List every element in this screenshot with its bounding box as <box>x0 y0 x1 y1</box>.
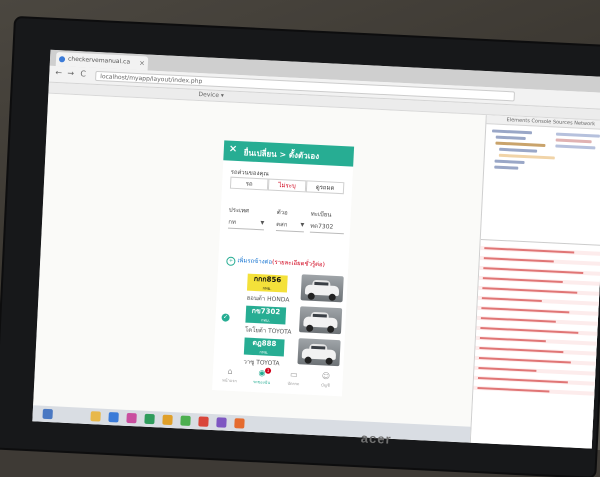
page-title: ยื่นเปลี่ยน > ตั้งตัวเอง <box>243 148 320 161</box>
number-input[interactable]: ทด7302 <box>309 220 345 235</box>
vehicle-card[interactable]: กกก856 กทม. ฮอนด้า HONDA <box>224 273 344 307</box>
devtools-panel: Elements Console Sources Network <box>469 115 600 449</box>
nav-item-card[interactable]: ▭ บัตรรถ <box>278 369 309 387</box>
plate-number: กข7302 <box>251 306 281 317</box>
province-select[interactable]: กท ▼ <box>227 216 265 231</box>
dom-line <box>491 129 533 135</box>
nav-label: รถของฉัน <box>252 379 271 385</box>
taskbar-app-icon[interactable] <box>198 416 209 427</box>
add-vehicle-link[interactable]: + เพิ่มรถข้างต่อ(รายละเอียดชั่วรู้ต่อ) <box>226 255 325 271</box>
car-photo <box>300 274 344 303</box>
taskbar-app-icon[interactable] <box>90 411 101 422</box>
page-viewport: × ยื่นเปลี่ยน > ตั้งตัวเอง รถส่วนของคุณ … <box>32 93 486 443</box>
check-icon: ✓ <box>221 313 230 322</box>
tab-title: checkervemanual.ca <box>67 55 131 66</box>
vehicle-model: ฮอนด้า HONDA <box>246 294 290 304</box>
car-type-option-0[interactable]: รถ <box>229 176 269 191</box>
taskbar-app-icon[interactable] <box>126 412 137 424</box>
car-photo <box>298 306 343 335</box>
chevron-down-icon: ▼ <box>260 220 265 227</box>
monitor-brand-logo: acer <box>360 430 392 447</box>
nav-item-account[interactable]: ☺ บัญชี <box>310 371 341 389</box>
taskbar-app-icon[interactable] <box>234 418 245 429</box>
nav-label: บัตรรถ <box>287 380 300 387</box>
add-link-note: (รายละเอียดชั่วรู้ต่อ) <box>271 258 326 269</box>
vehicle-model: โตโยต้า TOYOTA <box>244 326 292 336</box>
tab-close-icon[interactable]: × <box>139 56 146 70</box>
add-link-text: เพิ่มรถข้างต่อ <box>237 257 273 266</box>
car-photo <box>297 338 341 367</box>
plate-number: ดฎ888 <box>252 338 277 349</box>
dom-line <box>495 141 546 148</box>
styles-line <box>555 138 592 144</box>
number-label: ทะเบียน <box>310 210 332 219</box>
app-header: × ยื่นเปลี่ยน > ตั้งตัวเอง <box>223 140 355 167</box>
reload-button[interactable]: C <box>80 69 86 78</box>
taskbar-app-icon[interactable] <box>108 412 119 423</box>
start-icon[interactable] <box>42 408 53 420</box>
back-button[interactable]: ← <box>55 68 62 77</box>
bottom-navigation: ⌂ หน้าแรก ◉ 1 รถของฉัน ▭ บัตรรถ ☺ บัญชี <box>212 366 343 396</box>
dom-line <box>494 159 525 165</box>
vehicle-model: วาซู TOYOTA <box>243 358 280 368</box>
monitor-bezel: checkervemanual.ca × ← → C localhost/mya… <box>0 18 600 477</box>
license-plate: ดฎ888 กทม. <box>243 337 285 357</box>
dom-line <box>498 153 555 160</box>
plate-province: กทม. <box>260 317 271 323</box>
letters-select[interactable]: ตสก ▼ <box>275 218 305 233</box>
taskbar-app-icon[interactable] <box>180 415 191 427</box>
taskbar-app-icon[interactable] <box>144 413 155 425</box>
chevron-down-icon: ▼ <box>300 222 305 229</box>
car-type-option-2[interactable]: ดูรถมด <box>305 180 345 195</box>
styles-line <box>555 132 600 138</box>
taskbar-app-icon[interactable] <box>162 414 173 426</box>
forward-button[interactable]: → <box>67 69 74 78</box>
dom-line <box>495 135 526 141</box>
favicon-icon <box>58 56 66 63</box>
plate-province: กทม. <box>262 285 272 291</box>
console-panel <box>470 238 600 449</box>
mobile-app-preview: × ยื่นเปลี่ยน > ตั้งตัวเอง รถส่วนของคุณ … <box>212 140 355 397</box>
car-type-option-1[interactable]: ไม่ระบุ <box>267 178 307 193</box>
vehicle-card-selected[interactable]: ✓ กข7302 กทม. โตโยต้า TOYOTA <box>221 305 343 339</box>
plate-province: กทม. <box>259 349 269 355</box>
nav-label: หน้าแรก <box>222 377 238 384</box>
dom-line <box>499 147 538 153</box>
nav-item-home[interactable]: ⌂ หน้าแรก <box>214 366 245 384</box>
province-value: กท <box>228 218 237 226</box>
province-label: ประเทศ <box>228 206 250 215</box>
dom-line <box>494 165 519 170</box>
styles-line <box>555 144 596 150</box>
device-selector[interactable]: Device ▾ <box>198 91 224 99</box>
nav-item-my-car[interactable]: ◉ 1 รถของฉัน <box>246 367 277 386</box>
taskbar-app-icon[interactable] <box>216 417 227 428</box>
plate-number: กกก856 <box>253 274 282 285</box>
screen: checkervemanual.ca × ← → C localhost/mya… <box>32 49 600 449</box>
letters-label: ตัวอ <box>276 208 288 217</box>
license-plate: กกก856 กทม. <box>246 273 288 293</box>
letters-value: ตสก <box>276 220 288 229</box>
license-plate: กข7302 กทม. <box>245 305 287 325</box>
plus-icon: + <box>226 256 236 267</box>
vehicle-card[interactable]: ดฎ888 กทม. วาซู TOYOTA <box>221 336 341 370</box>
nav-label: บัญชี <box>320 382 330 388</box>
close-icon[interactable]: × <box>229 144 238 155</box>
